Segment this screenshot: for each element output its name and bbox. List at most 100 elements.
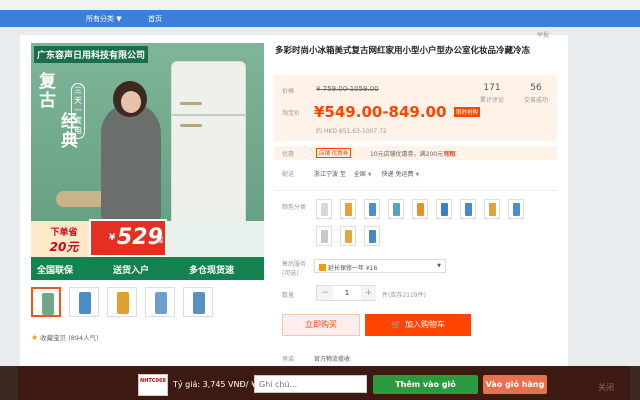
cart-icon: 🛒 (391, 320, 401, 329)
fridge-door-split (172, 114, 245, 116)
reviews-stat[interactable]: 171 累计评论 (480, 83, 504, 104)
qty-stock: 件(库存2119件) (382, 292, 426, 299)
swatch-fridge (369, 230, 376, 243)
extension-logo: NHTC068 (138, 374, 168, 396)
coupon-badge[interactable]: 店铺 优惠券 (316, 148, 352, 158)
swatch-fridge (321, 230, 328, 243)
color-swatch-6[interactable] (436, 199, 452, 219)
price-label: 价格 (282, 88, 295, 95)
swatch-fridge (321, 203, 328, 216)
color-swatch-1[interactable] (316, 199, 332, 219)
fridge-illustration (171, 61, 246, 226)
fridge-handle-top (180, 102, 202, 105)
close-extension-link[interactable]: 关闭 (598, 382, 614, 393)
swatch-fridge (441, 203, 448, 216)
swatch-fridge (345, 230, 352, 243)
swatch-fridge (489, 203, 496, 216)
swatch-fridge (345, 203, 352, 216)
promise-label: 承诺 (282, 356, 295, 363)
chevron-down-icon: ▼ (415, 172, 420, 178)
coupon-text: 10元店铺优惠券，满200元可用 (370, 151, 456, 158)
image-price-qi: 起 (157, 237, 164, 244)
qty-value[interactable]: 1 (333, 286, 361, 300)
thumb-fridge (193, 292, 205, 314)
color-swatch-8[interactable] (484, 199, 500, 219)
service-sub: (可选) (282, 270, 299, 277)
thumbnail-1[interactable] (31, 287, 61, 317)
color-label-row: 颜色分类 (282, 202, 306, 211)
swatch-fridge (465, 203, 472, 216)
qty-increase-button[interactable]: + (361, 286, 376, 300)
add-to-cart-label: 加入购物车 (404, 320, 445, 329)
thumb-fridge (42, 293, 54, 315)
reviews-count: 171 (483, 83, 501, 93)
image-service-bar: 全国联保 送货入户 多仓现货速 (31, 257, 264, 280)
warranty-select[interactable]: 延长保修一年 ¥16 ▼ (314, 259, 446, 273)
buy-now-button[interactable]: 立即购买 (282, 314, 360, 336)
swatch-fridge (393, 203, 400, 216)
chevron-down-icon: ▼ (437, 263, 441, 269)
sales-count: 56 (530, 83, 542, 93)
add-to-cart-button[interactable]: 🛒 加入购物车 (365, 314, 471, 336)
color-swatch-2[interactable] (340, 199, 356, 219)
thumb-fridge (155, 292, 167, 314)
color-swatch-9[interactable] (508, 199, 524, 219)
thumb-fridge (117, 292, 129, 314)
swatch-fridge (417, 203, 424, 216)
promise-value: 官方物流揽收 (313, 356, 350, 363)
favorite-text: 收藏宝贝 (894人气) (40, 334, 99, 342)
price-panel: 价格 ¥ 759.00-1059.00 淘宝价 ¥549.00-849.00 限… (274, 75, 557, 141)
sale-price-label: 淘宝价 (282, 110, 301, 117)
color-label: 颜色分类 (282, 204, 307, 211)
nav-all-categories[interactable]: 所有分类 ▼ (86, 14, 122, 24)
note-input[interactable] (254, 375, 367, 393)
quantity-stepper[interactable]: − 1 + (316, 285, 376, 301)
image-price-bar: 下单省 20元 ¥ 529 起 (31, 219, 264, 257)
energy-badge: 三天一度电 (71, 83, 85, 139)
order-save-line2: 20元 (49, 240, 79, 254)
flash-sale-tag: 限时抢购 (454, 107, 481, 117)
promo-row: 优惠 店铺 优惠券 10元店铺优惠券，满200元可用 领取 (274, 146, 557, 160)
color-swatch-4[interactable] (388, 199, 404, 219)
sales-stat: 56 交易成功 (524, 83, 548, 104)
shipping-destination[interactable]: 全国 (354, 171, 366, 178)
service-label: 售后服务 (282, 261, 307, 268)
warranty-option: 延长保修一年 ¥16 (328, 265, 378, 272)
add-to-order-button[interactable]: Thêm vào giỏ (373, 375, 478, 394)
exchange-rate: Tỷ giá: 3,745 VNĐ/ ¥ (173, 380, 257, 389)
color-swatch-11[interactable] (340, 226, 356, 246)
service-row: 售后服务 (可选) (282, 259, 306, 277)
thumbnail-2[interactable] (69, 287, 99, 317)
headline-retro: 复古 (39, 72, 56, 111)
favorite-row[interactable]: ★ 收藏宝贝 (894人气) (31, 332, 99, 342)
thumbnail-3[interactable] (107, 287, 137, 317)
reviews-label: 累计评论 (480, 97, 505, 104)
top-strip (0, 0, 640, 10)
coupon-get-link[interactable]: 领取 (444, 149, 456, 158)
swatch-fridge (369, 203, 376, 216)
warranty-icon (319, 264, 326, 271)
order-save-line1: 下单省 (50, 228, 78, 238)
report-link[interactable]: 举报 (537, 30, 549, 39)
nav-bar: 所有分类 ▼ 首页 (0, 10, 640, 27)
color-swatch-7[interactable] (460, 199, 476, 219)
color-swatch-5[interactable] (412, 199, 428, 219)
nav-home-link[interactable]: 首页 (148, 14, 162, 24)
view-cart-button[interactable]: Vào giỏ hàng (483, 375, 547, 394)
chevron-down-icon: ▼ (367, 172, 372, 178)
shipping-row: 配送 浙江宁波 至 全国 ▼ 快递 免运费 ▼ (282, 169, 419, 178)
thumbnail-5[interactable] (183, 287, 213, 317)
promo-label: 优惠 (282, 151, 295, 158)
promise-row: 承诺 官方物流揽收 (282, 354, 350, 363)
color-swatch-3[interactable] (364, 199, 380, 219)
shipping-method[interactable]: 快递 免运费 (382, 171, 414, 178)
order-save-block: 下单省 20元 (31, 221, 97, 257)
color-swatch-10[interactable] (316, 226, 332, 246)
main-product-image[interactable]: 广东容声日用科技有限公司 复古 经典 三天一度电 下单省 20元 ¥ 529 起… (31, 43, 264, 280)
shipping-label: 配送 (282, 171, 295, 178)
qty-decrease-button[interactable]: − (317, 286, 333, 300)
color-swatch-12[interactable] (364, 226, 380, 246)
thumbnail-4[interactable] (145, 287, 175, 317)
swatch-fridge (513, 203, 520, 216)
image-yen-sign: ¥ (109, 233, 116, 243)
